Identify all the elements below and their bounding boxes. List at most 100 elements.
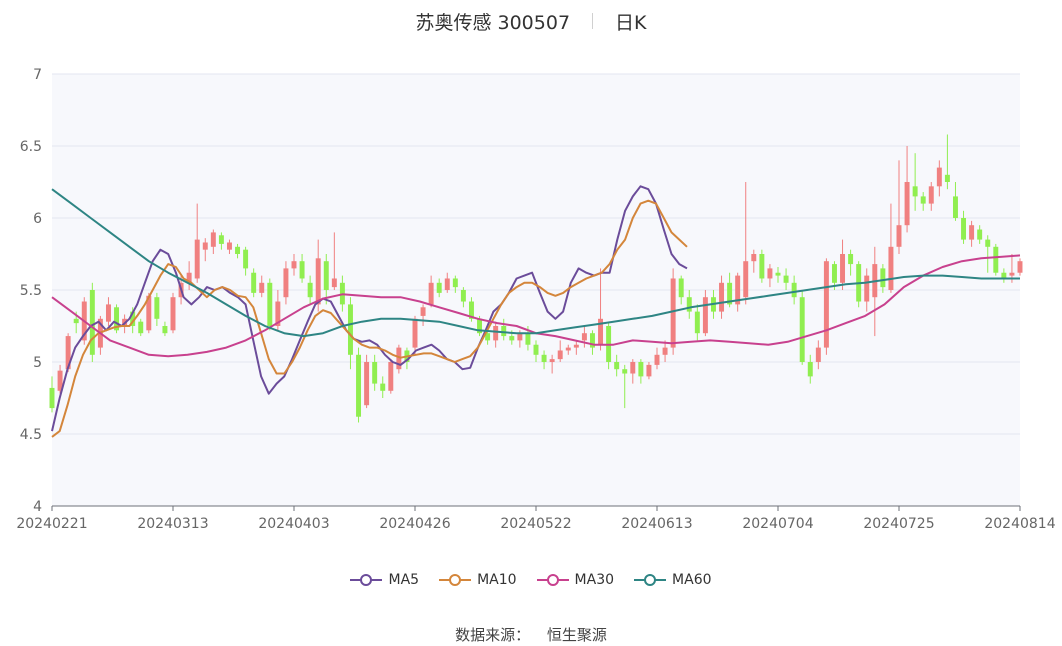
legend-marker-icon (439, 574, 472, 586)
candle-body (823, 261, 829, 348)
candle-body (517, 333, 523, 341)
candle-body (331, 278, 337, 288)
candle-body (533, 344, 539, 355)
legend-marker-icon (634, 574, 667, 586)
y-tick-label: 4.5 (20, 427, 42, 443)
candle-body (372, 362, 378, 384)
candle-body (751, 254, 757, 262)
candle-body (267, 282, 273, 326)
candle-body (565, 347, 571, 351)
candle-body (759, 254, 765, 279)
candlestick (396, 344, 402, 374)
candle-body (694, 311, 700, 334)
legend-marker-icon (536, 574, 569, 586)
candle-body (662, 347, 668, 355)
candle-body (904, 182, 910, 226)
candle-body (646, 364, 652, 377)
candlestick (388, 359, 394, 394)
y-tick-label: 6 (33, 211, 42, 227)
candle-body (775, 272, 781, 276)
candle-body (525, 333, 531, 345)
candle-body (767, 268, 773, 279)
candle-body (678, 278, 684, 298)
candle-body (896, 225, 902, 247)
candle-body (791, 282, 797, 298)
candle-body (1009, 272, 1015, 276)
candle-body (936, 167, 942, 187)
candle-body (315, 258, 321, 305)
candle-body (202, 242, 208, 250)
candle-body (952, 196, 958, 218)
candle-body (307, 282, 313, 298)
candle-body (170, 297, 176, 331)
candlestick (364, 354, 370, 409)
candle-body (105, 304, 111, 322)
candlestick (759, 249, 765, 283)
candle-body (460, 290, 466, 302)
legend-item-ma30[interactable]: MA30 (536, 572, 615, 588)
candle-body (299, 261, 305, 279)
candle-body (928, 186, 934, 204)
candlestick-chart: 4 4.5 5 5.5 6 6.5 7 20240221 20240313 20240403 202… (16, 67, 1055, 532)
candle-body (412, 318, 418, 348)
candle-body (347, 304, 353, 355)
legend-label: MA5 (388, 572, 420, 588)
x-tick-label: 20240522 (500, 516, 571, 532)
candlestick (267, 278, 273, 331)
candle-body (323, 261, 329, 290)
candle-body (719, 282, 725, 312)
candle-body (670, 278, 676, 348)
candle-body (210, 232, 216, 247)
x-tick-label: 20240221 (16, 516, 87, 532)
candlestick (89, 282, 95, 362)
candle-body (985, 239, 991, 247)
candle-body (630, 362, 636, 374)
candle-body (452, 278, 458, 288)
candle-body (831, 264, 837, 283)
candle-body (380, 383, 386, 391)
candle-body (969, 225, 975, 240)
candle-body (420, 307, 426, 316)
y-tick-label: 6.5 (20, 139, 42, 155)
candle-body (686, 297, 692, 312)
candle-body (1017, 261, 1023, 273)
candle-body (799, 297, 805, 362)
data-source: 数据来源： 恒生聚源 (0, 624, 1062, 645)
candlestick (993, 243, 999, 276)
y-tick-label: 7 (33, 67, 42, 83)
y-tick-label: 4 (33, 499, 42, 515)
candle-body (428, 282, 434, 305)
candle-body (49, 387, 55, 409)
candle-body (356, 354, 362, 417)
x-tick-label: 20240704 (742, 516, 813, 532)
legend-item-ma60[interactable]: MA60 (634, 572, 712, 588)
candle-body (840, 254, 846, 283)
candle-body (807, 362, 813, 377)
candlestick (356, 347, 362, 423)
candle-body (702, 297, 708, 334)
legend-item-ma5[interactable]: MA5 (350, 572, 419, 588)
candle-body (162, 326, 168, 334)
candle-body (235, 246, 241, 254)
candle-body (944, 174, 950, 182)
candle-body (614, 362, 620, 370)
candle-body (73, 318, 79, 324)
candle-body (743, 261, 749, 298)
candle-body (638, 362, 644, 377)
x-tick-label: 20240313 (137, 516, 208, 532)
candle-body (912, 186, 918, 197)
candle-body (283, 268, 289, 298)
candle-body (364, 362, 370, 406)
candle-body (880, 268, 886, 288)
candle-body (557, 350, 563, 360)
candlestick (251, 268, 257, 298)
x-tick-label: 20240426 (379, 516, 450, 532)
legend-label: MA30 (574, 572, 615, 588)
candle-body (138, 321, 144, 334)
candle-body (622, 369, 628, 374)
legend-item-ma10[interactable]: MA10 (439, 572, 517, 588)
chart-legend: MA5 MA10 MA30 MA60 (0, 572, 1062, 588)
candle-body (251, 272, 257, 293)
candle-body (864, 275, 870, 302)
legend-label: MA10 (477, 572, 517, 588)
